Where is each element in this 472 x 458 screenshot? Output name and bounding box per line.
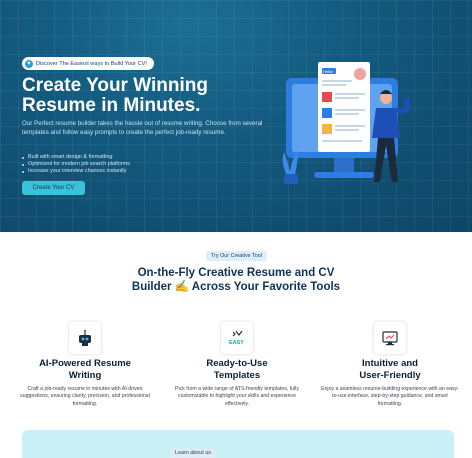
tools-section-title: On-the-Fly Creative Resume and CV Builde…: [86, 266, 386, 294]
hero-feature-text: Built with smart design & formatting: [28, 154, 113, 160]
hero-feature-list: Built with smart design & formatting Opt…: [22, 154, 130, 175]
feature-card-title-line2: Templates: [213, 369, 261, 381]
feature-card-description: Pick from a wide range of ATS-friendly t…: [175, 386, 299, 407]
easy-icon: EASY: [221, 322, 253, 354]
hero-title-line1: Create Your Winning: [22, 75, 208, 96]
discover-pill[interactable]: ✦ Discover The Easiest ways to Build You…: [22, 57, 154, 70]
illustration-hello-text: Hello!: [323, 69, 333, 74]
feature-card-title-line2: User-Friendly: [359, 369, 421, 381]
feature-card-title: Intuitive and User-Friendly: [320, 358, 460, 381]
hero-section: ✦ Discover The Easiest ways to Build You…: [0, 0, 472, 232]
feature-card-description: Enjoy a seamless resume-building experie…: [321, 386, 459, 407]
monitor-icon: [374, 322, 406, 354]
tools-title-line1: On-the-Fly Creative Resume and CV: [137, 267, 335, 279]
tools-title-line2: Builder ✍️ Across Your Favorite Tools: [131, 281, 341, 293]
feature-card-templates: EASY Ready-to-Use Templates Pick from a …: [167, 322, 307, 408]
hero-description: Our Perfect resume builder takes the has…: [22, 120, 263, 136]
feature-card-friendly: Intuitive and User-Friendly Enjoy a seam…: [320, 322, 460, 408]
feature-card-title-line1: Intuitive and: [362, 358, 418, 369]
learn-about-us-tag[interactable]: Learn about us: [170, 449, 216, 458]
bullet-icon: [22, 170, 24, 173]
hero-title: Create Your Winning Resume in Minutes.: [22, 76, 272, 116]
hero-title-line2: Resume in Minutes.: [22, 95, 201, 116]
feature-card-ai: AI-Powered Resume Writing Craft a job-re…: [15, 322, 155, 408]
feature-card-title: Ready-to-Use Templates: [167, 358, 307, 381]
feature-card-description: Craft a job-ready resume in minutes with…: [20, 386, 150, 407]
about-section: [22, 430, 454, 458]
resume-illustration: Hello!: [282, 62, 411, 184]
bullet-icon: [22, 156, 24, 159]
discover-pill-text: Discover The Easiest ways to Build Your …: [36, 60, 147, 67]
hero-feature-item: Built with smart design & formatting: [22, 154, 130, 161]
hero-feature-item: Optimized for modern job search platform…: [22, 161, 130, 168]
hero-feature-text: Increase your interview chances instantl…: [28, 168, 127, 174]
feature-card-title-line1: AI-Powered Resume: [39, 358, 131, 369]
lightbulb-icon: ✦: [25, 59, 33, 68]
feature-card-title-line2: Writing: [68, 369, 102, 381]
landing-page: ✦ Discover The Easiest ways to Build You…: [0, 0, 472, 458]
feature-card-title-line1: Ready-to-Use: [206, 358, 268, 369]
robot-icon: [69, 322, 101, 354]
easy-icon-text: EASY: [229, 340, 244, 346]
feature-card-title: AI-Powered Resume Writing: [15, 358, 155, 381]
try-tool-tag: Try Our Creative Tool: [206, 251, 267, 261]
bullet-icon: [22, 163, 24, 166]
create-cv-button[interactable]: Create Your CV: [22, 181, 85, 195]
hero-feature-item: Increase your interview chances instantl…: [22, 168, 130, 175]
hero-feature-text: Optimized for modern job search platform…: [28, 161, 130, 167]
